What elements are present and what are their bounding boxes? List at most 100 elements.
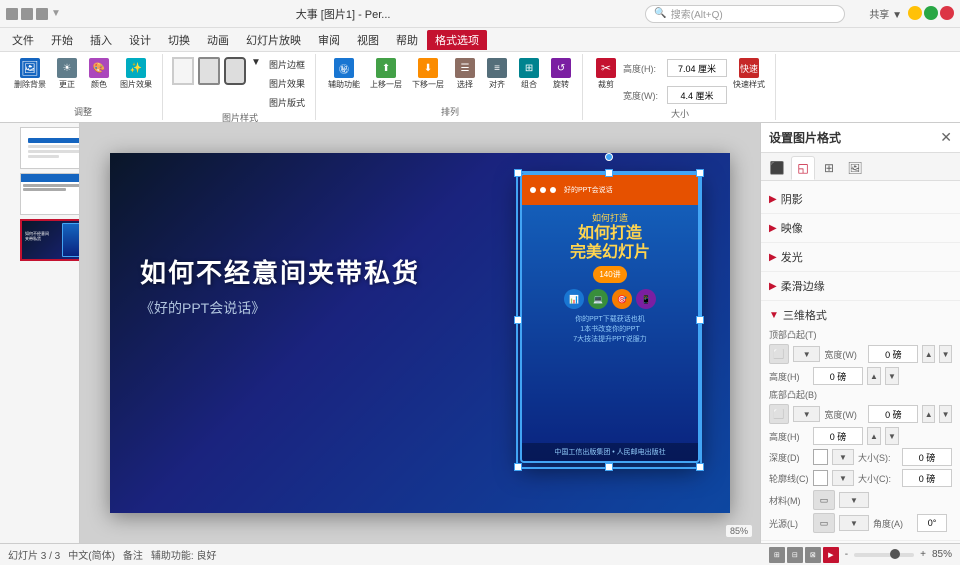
group-button[interactable]: ⊞ 组合 — [514, 56, 544, 105]
notes-button[interactable]: 备注 — [123, 547, 143, 562]
minimize-button[interactable] — [908, 6, 922, 20]
zoom-slider[interactable] — [854, 553, 914, 557]
picture-border-button[interactable]: 图片边框 — [265, 56, 309, 73]
depth-color-dropdown[interactable]: ▼ — [832, 449, 854, 465]
canvas-area[interactable]: 如何不经意间夹带私货 《好的PPT会说话》 好的PPT会说话 如何打造 如何打造… — [80, 123, 760, 543]
redo-icon[interactable] — [36, 8, 48, 20]
send-backward-button[interactable]: ⬇ 下移一层 — [408, 56, 448, 105]
bottom-bevel-height-up[interactable]: ▲ — [867, 427, 881, 445]
bottom-bevel-style[interactable]: ⬜ — [769, 404, 789, 424]
close-button[interactable] — [940, 6, 954, 20]
contour-color[interactable] — [813, 470, 828, 486]
rotate-handle[interactable] — [605, 153, 613, 161]
depth-color[interactable] — [813, 449, 828, 465]
bevel-width-up[interactable]: ▲ — [922, 345, 935, 363]
poster-image[interactable]: 好的PPT会说话 如何打造 如何打造 完美幻灯片 140讲 📊 💻 🎯 — [520, 173, 700, 463]
picture-effect-button[interactable]: 图片效果 — [265, 75, 309, 92]
tab-animation[interactable]: 动画 — [199, 30, 237, 50]
style-more[interactable]: ▼ — [249, 56, 263, 111]
section-reflection-header[interactable]: ▶ 映像 — [769, 218, 952, 238]
style-3[interactable] — [223, 56, 247, 111]
section-shadow-header[interactable]: ▶ 阴影 — [769, 189, 952, 209]
section-glow-header[interactable]: ▶ 发光 — [769, 247, 952, 267]
tab-file[interactable]: 文件 — [4, 30, 42, 50]
zoom-out-button[interactable]: - — [845, 549, 848, 560]
tab-transitions[interactable]: 切换 — [160, 30, 198, 50]
alt-text-button[interactable]: ㊙ 辅助功能 — [324, 56, 364, 105]
height-input[interactable] — [667, 59, 727, 77]
color-button[interactable]: 🎨 颜色 — [84, 56, 114, 105]
crop-button[interactable]: ✂ 裁剪 — [591, 56, 621, 107]
bottom-bevel-dropdown[interactable]: ▼ — [793, 406, 820, 422]
reading-view-button[interactable]: ⊠ — [805, 547, 821, 563]
style-1[interactable] — [171, 56, 195, 111]
align-button[interactable]: ≡ 对齐 — [482, 56, 512, 105]
panel-tab-fill[interactable]: ⬛ — [765, 156, 789, 180]
bottom-bevel-width-input[interactable] — [868, 405, 918, 423]
bottom-bevel-height-down[interactable]: ▼ — [885, 427, 899, 445]
search-bar[interactable]: 🔍 搜索(Alt+Q) — [645, 5, 845, 23]
rotate-button[interactable]: ↺ 旋转 — [546, 56, 576, 105]
window-controls[interactable]: 共享 ▼ — [869, 6, 954, 21]
section-soft-edges-header[interactable]: ▶ 柔滑边缘 — [769, 276, 952, 296]
handle-br[interactable] — [696, 463, 704, 471]
slide-thumbnail-1[interactable] — [20, 127, 80, 169]
slide-sorter-button[interactable]: ⊟ — [787, 547, 803, 563]
bevel-height-input[interactable] — [813, 367, 863, 385]
bevel-height-down[interactable]: ▼ — [885, 367, 899, 385]
tab-review[interactable]: 审阅 — [310, 30, 348, 50]
contour-dropdown[interactable]: ▼ — [832, 470, 854, 486]
bevel-width-down[interactable]: ▼ — [939, 345, 952, 363]
tab-design[interactable]: 设计 — [121, 30, 159, 50]
tab-help[interactable]: 帮助 — [388, 30, 426, 50]
panel-close-button[interactable]: ✕ — [940, 129, 952, 146]
poster-footer: 中国工信出版集团 • 人民邮电出版社 — [522, 443, 698, 461]
material-select[interactable]: ▭ — [813, 490, 835, 510]
slideshow-button[interactable]: ▶ — [823, 547, 839, 563]
contour-size-input[interactable] — [902, 469, 952, 487]
handle-bc[interactable] — [605, 463, 613, 471]
handle-bl[interactable] — [514, 463, 522, 471]
picture-layout-button[interactable]: 图片版式 — [265, 94, 309, 111]
zoom-in-button[interactable]: + — [920, 549, 926, 560]
smartart-button[interactable]: 快速 快速样式 — [729, 56, 769, 107]
slide-thumb-wrapper-3: 3 如何不经意间 夹带私货 — [4, 219, 75, 261]
panel-tab-picture[interactable]: 🖼 — [843, 156, 867, 180]
bottom-bevel-height-input[interactable] — [813, 427, 863, 445]
save-icon[interactable] — [6, 8, 18, 20]
panel-tab-size[interactable]: ⊞ — [817, 156, 841, 180]
tab-view[interactable]: 视图 — [349, 30, 387, 50]
bottom-bevel-width-down[interactable]: ▼ — [939, 405, 952, 423]
undo-icon[interactable] — [21, 8, 33, 20]
bevel-dropdown[interactable]: ▼ — [793, 346, 820, 362]
tab-format[interactable]: 格式选项 — [427, 30, 487, 50]
bring-forward-button[interactable]: ⬆ 上移一层 — [366, 56, 406, 105]
section-3d-format-header[interactable]: ▼ 三维格式 — [769, 305, 952, 325]
light-angle-input[interactable] — [917, 514, 947, 532]
share-button[interactable]: 共享 ▼ — [869, 6, 902, 21]
tab-start[interactable]: 开始 — [43, 30, 81, 50]
effects-button[interactable]: ✨ 图片效果 — [116, 56, 156, 105]
bottom-bevel-width-up[interactable]: ▲ — [922, 405, 935, 423]
style-2[interactable] — [197, 56, 221, 111]
light-select[interactable]: ▭ — [813, 513, 835, 533]
quick-access-toolbar[interactable]: ▼ — [6, 8, 61, 20]
material-dropdown[interactable]: ▼ — [839, 492, 869, 508]
poster-body: 如何打造 如何打造 完美幻灯片 140讲 📊 💻 🎯 📱 — [522, 205, 698, 351]
bevel-width-input[interactable] — [868, 345, 918, 363]
normal-view-button[interactable]: ⊞ — [769, 547, 785, 563]
selection-pane-button[interactable]: ☰ 选择 — [450, 56, 480, 105]
corrections-button[interactable]: ☀ 更正 — [52, 56, 82, 105]
bevel-style-select[interactable]: ⬜ — [769, 344, 789, 364]
bevel-height-up[interactable]: ▲ — [867, 367, 881, 385]
maximize-button[interactable] — [924, 6, 938, 20]
slide-thumbnail-2[interactable] — [20, 173, 80, 215]
tab-insert[interactable]: 插入 — [82, 30, 120, 50]
slide-thumbnail-3[interactable]: 如何不经意间 夹带私货 — [20, 219, 80, 261]
tab-slideshow[interactable]: 幻灯片放映 — [238, 30, 309, 50]
remove-bg-button[interactable]: 🖼 删除背景 — [10, 56, 50, 105]
light-dropdown[interactable]: ▼ — [839, 515, 869, 531]
depth-size-input[interactable] — [902, 448, 952, 466]
panel-tab-effects[interactable]: ◱ — [791, 156, 815, 180]
width-input[interactable] — [667, 86, 727, 104]
